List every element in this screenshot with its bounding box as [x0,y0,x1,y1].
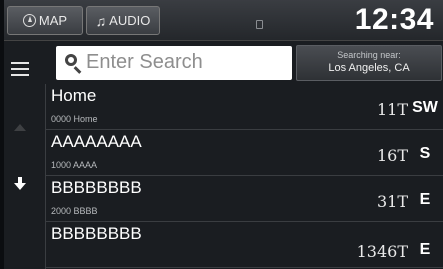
item-distance: 16T [376,146,408,165]
searching-near-label: Searching near: [337,50,401,60]
scroll-down-icon[interactable] [14,177,26,191]
item-name: BBBBBBBB [51,224,142,243]
item-address: 0000 Home [51,114,98,124]
item-address: 1000 AAAA [51,160,98,170]
music-note-icon: ♫ [95,12,107,29]
list-item[interactable]: BBBBBBBB 2000 BBBB 31T E [46,176,443,222]
status-indicator-icon [256,20,263,29]
list-item[interactable]: BBBBBBBB 1346T E [46,222,443,268]
item-name: AAAAAAAA [51,132,142,151]
item-distance: 1346T [356,242,408,261]
status-bar: MAP ♫ AUDIO 12:34 [4,0,443,41]
item-direction: E [419,191,431,208]
menu-icon[interactable] [11,62,29,76]
item-distance: 11T [376,100,408,119]
search-input[interactable]: Enter Search [56,46,292,80]
audio-button[interactable]: ♫ AUDIO [86,6,160,35]
item-distance: 31T [376,192,408,211]
item-direction: SW [412,99,438,116]
item-direction: E [419,241,431,258]
searching-near-city: Los Angeles, CA [328,62,410,74]
list-item[interactable]: Home 0000 Home 11T SW [46,84,443,130]
map-button[interactable]: MAP [7,6,83,35]
audio-button-label: AUDIO [109,13,151,28]
map-button-label: MAP [38,13,68,28]
compass-icon [22,14,36,27]
results-list: Home 0000 Home 11T SW AAAAAAAA 1000 AAAA… [46,84,443,268]
item-direction: S [419,145,431,162]
clock: 12:34 [354,3,434,36]
item-address: 2000 BBBB [51,206,98,216]
navigation-screen: MAP ♫ AUDIO 12:34 Enter Search Searching… [4,0,443,269]
list-item[interactable]: AAAAAAAA 1000 AAAA 16T S [46,130,443,176]
search-icon [65,54,77,66]
scroll-up-icon [14,124,26,136]
item-name: Home [51,86,97,105]
searching-near-button[interactable]: Searching near: Los Angeles, CA [296,45,442,81]
item-name: BBBBBBBB [51,178,142,197]
search-placeholder: Enter Search [86,51,203,73]
